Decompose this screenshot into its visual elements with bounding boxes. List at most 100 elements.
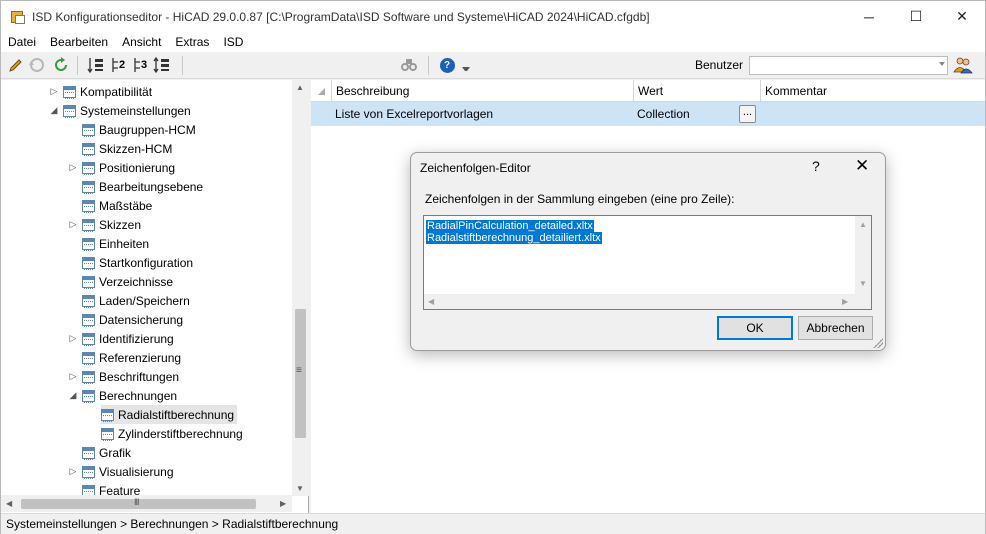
user-select[interactable] xyxy=(749,56,948,75)
close-button[interactable]: ✕ xyxy=(939,1,985,32)
dialog-close-button[interactable]: ✕ xyxy=(855,156,869,176)
status-bar: Systemeinstellungen > Berechnungen > Rad… xyxy=(1,513,985,534)
help-icon[interactable]: ? xyxy=(438,56,456,74)
find-icon[interactable] xyxy=(400,56,418,74)
textarea-horizontal-scrollbar[interactable]: ◀ ▶ xyxy=(424,294,855,309)
sort-icon[interactable] xyxy=(87,56,105,74)
tree-item-label: Positionierung xyxy=(99,160,176,175)
tree-item-zylinderstiftberechnung[interactable]: Zylinderstiftberechnung xyxy=(101,424,243,443)
toolbar-separator xyxy=(428,56,429,75)
table-icon xyxy=(82,446,95,460)
menu-bearbeiten[interactable]: Bearbeiten xyxy=(43,35,115,49)
expand-icon[interactable] xyxy=(153,56,171,74)
scroll-down-icon[interactable]: ▼ xyxy=(296,484,304,493)
tree-item-datensicherung[interactable]: Datensicherung xyxy=(82,310,183,329)
window-title: ISD Konfigurationseditor - HiCAD 29.0.0.… xyxy=(32,9,650,24)
scroll-down-icon[interactable]: ▼ xyxy=(859,279,867,288)
level3-label: 3 xyxy=(140,59,148,71)
tree-item-beschriftungen[interactable]: ▷ Beschriftungen xyxy=(70,367,179,386)
scroll-grip-icon: III xyxy=(134,497,139,507)
edit-collection-button[interactable]: ... xyxy=(739,105,756,123)
textarea-vertical-scrollbar[interactable]: ▲ ▼ xyxy=(855,216,871,294)
dialog-title: Zeichenfolgen-Editor xyxy=(420,161,531,175)
refresh-icon[interactable] xyxy=(52,56,70,74)
toolbar-separator xyxy=(182,56,183,75)
maximize-button[interactable]: ☐ xyxy=(893,1,939,32)
expand-arrow-icon[interactable]: ▷ xyxy=(68,371,78,382)
dialog-help-button[interactable]: ? xyxy=(812,158,820,174)
tree-item-positionierung[interactable]: ▷ Positionierung xyxy=(70,158,176,177)
tree-item-berechnungen[interactable]: ◢ Berechnungen xyxy=(70,386,178,405)
scroll-up-icon[interactable]: ▲ xyxy=(859,220,867,229)
tree-item-label: Kompatibilität xyxy=(80,84,153,99)
toolbar: 2 3 ? Benutzer xyxy=(1,52,985,79)
tree-item-skizzen-hcm[interactable]: Skizzen-HCM xyxy=(82,139,172,158)
tree-item-label: Visualisierung xyxy=(99,464,174,479)
tree-item-grafik[interactable]: Grafik xyxy=(82,443,131,462)
menu-datei[interactable]: Datei xyxy=(1,35,43,49)
tree-item-label: Einheiten xyxy=(99,236,150,251)
tree-item-label: Bearbeitungsebene xyxy=(99,179,204,194)
expand-arrow-icon[interactable]: ▷ xyxy=(49,86,59,97)
table-icon xyxy=(82,256,95,270)
tree-item-label: Referenzierung xyxy=(99,350,182,365)
pencil-icon[interactable] xyxy=(7,56,25,74)
column-header-wert[interactable]: Wert xyxy=(633,80,760,102)
menu-extras[interactable]: Extras xyxy=(168,35,216,49)
tree-item-radialstiftberechnung[interactable]: Radialstiftberechnung xyxy=(101,405,238,424)
menu-ansicht[interactable]: Ansicht xyxy=(115,35,168,49)
expand-arrow-icon[interactable]: ▷ xyxy=(68,219,78,230)
tree-item-label: Zylinderstiftberechnung xyxy=(118,426,243,441)
undo-icon[interactable] xyxy=(28,56,46,74)
table-icon xyxy=(82,370,95,384)
column-header-kommentar[interactable]: Kommentar xyxy=(760,80,985,102)
tree-item-label: Systemeinstellungen xyxy=(80,103,191,118)
tree-item-bearbeitungsebene[interactable]: Bearbeitungsebene xyxy=(82,177,203,196)
expand-arrow-icon[interactable]: ▷ xyxy=(68,162,78,173)
level2-icon[interactable]: 2 xyxy=(109,56,127,74)
scroll-right-icon[interactable]: ▶ xyxy=(280,499,286,508)
tree-item-skizzen[interactable]: ▷ Skizzen xyxy=(70,215,142,234)
collapse-arrow-icon[interactable]: ◢ xyxy=(49,105,59,116)
tree-item-kompatibilitaet[interactable]: ▷ Kompatibilität xyxy=(51,82,153,101)
ok-button[interactable]: OK xyxy=(717,316,793,340)
tree-item-visualisierung[interactable]: ▷ Visualisierung xyxy=(70,462,174,481)
table-icon xyxy=(82,199,95,213)
resize-grip-icon[interactable] xyxy=(873,338,883,348)
users-icon[interactable] xyxy=(953,56,973,74)
config-tree[interactable]: ▷ Kompatibilität ◢ Systemeinstellungen B… xyxy=(1,80,309,513)
expand-arrow-icon[interactable]: ▷ xyxy=(68,333,78,344)
tree-item-label: Laden/Speichern xyxy=(99,293,190,308)
table-icon xyxy=(82,465,95,479)
cancel-button[interactable]: Abbrechen xyxy=(798,316,873,340)
menu-isd[interactable]: ISD xyxy=(216,35,250,49)
tree-item-label: Berechnungen xyxy=(99,388,178,403)
tree-item-startkonfiguration[interactable]: Startkonfiguration xyxy=(82,253,193,272)
level3-icon[interactable]: 3 xyxy=(131,56,149,74)
table-icon xyxy=(82,142,95,156)
scroll-left-icon[interactable]: ◀ xyxy=(6,499,12,508)
table-row[interactable]: Liste von Excelreportvorlagen Collection… xyxy=(311,102,985,126)
tree-item-label: Skizzen xyxy=(99,217,142,232)
expand-arrow-icon[interactable]: ▷ xyxy=(68,466,78,477)
scroll-up-icon[interactable]: ▲ xyxy=(296,83,304,92)
tree-item-verzeichnisse[interactable]: Verzeichnisse xyxy=(82,272,173,291)
tree-item-einheiten[interactable]: Einheiten xyxy=(82,234,149,253)
tree-item-baugruppen-hcm[interactable]: Baugruppen-HCM xyxy=(82,120,196,139)
strings-textarea[interactable]: RadialPinCalculation_detailed.xltx Radia… xyxy=(423,215,872,310)
tree-item-systemeinstellungen[interactable]: ◢ Systemeinstellungen xyxy=(51,101,191,120)
tree-vertical-scrollbar[interactable]: ▲ ≡ ▼ xyxy=(292,80,309,496)
column-header-beschreibung[interactable]: Beschreibung xyxy=(331,80,633,102)
minimize-button[interactable]: ─ xyxy=(846,1,892,32)
collapse-arrow-icon[interactable]: ◢ xyxy=(68,390,78,401)
toolbar-overflow-icon[interactable] xyxy=(462,67,470,75)
tree-horizontal-scrollbar[interactable]: ◀ III ▶ xyxy=(1,495,292,512)
tree-item-referenzierung[interactable]: Referenzierung xyxy=(82,348,181,367)
scroll-right-icon[interactable]: ▶ xyxy=(842,297,848,306)
tree-item-identifizierung[interactable]: ▷ Identifizierung xyxy=(70,329,174,348)
table-icon xyxy=(82,351,95,365)
row-comment[interactable] xyxy=(760,102,764,126)
tree-item-massstaebe[interactable]: Maßstäbe xyxy=(82,196,152,215)
scroll-left-icon[interactable]: ◀ xyxy=(428,297,434,306)
tree-item-laden-speichern[interactable]: Laden/Speichern xyxy=(82,291,190,310)
